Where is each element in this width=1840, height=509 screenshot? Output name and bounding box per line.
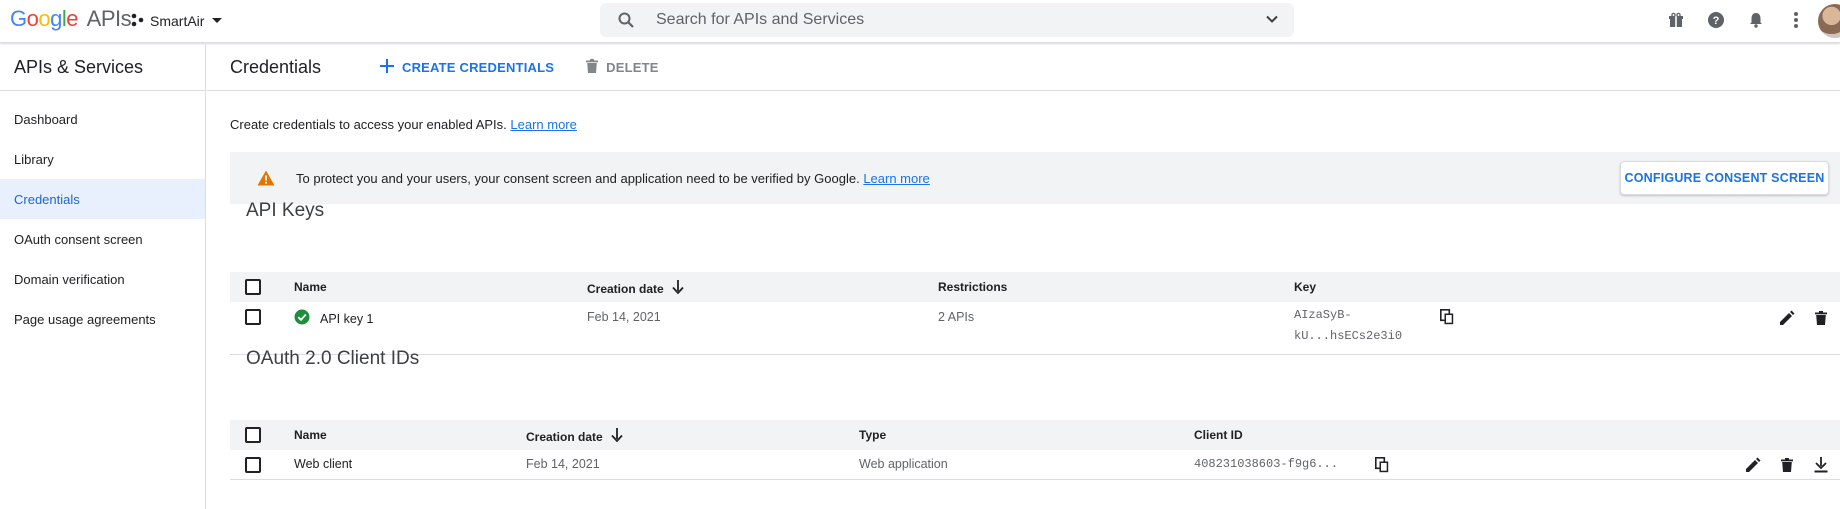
sidebar: APIs & Services Dashboard Library Creden…	[0, 44, 206, 509]
chevron-down-icon	[210, 13, 224, 30]
oauth-client-ids-title: OAuth 2.0 Client IDs	[246, 348, 420, 369]
column-restrictions: Restrictions	[938, 280, 1008, 294]
api-key-value: AIzaSyB- kU...hsECs2e3i0	[1294, 305, 1402, 347]
oauth-client-name[interactable]: Web client	[294, 457, 352, 471]
api-key-name-label: API key 1	[320, 311, 374, 326]
page-title: Credentials	[230, 56, 322, 77]
action-bar: Credentials CREATE CREDENTIALS DELETE	[207, 44, 1840, 91]
sidebar-title: APIs & Services	[0, 44, 205, 91]
api-key-value-line1: AIzaSyB-	[1294, 308, 1352, 322]
arrow-down-icon	[672, 280, 684, 297]
sidebar-item-dashboard[interactable]: Dashboard	[0, 99, 205, 139]
logo-google: Google	[10, 6, 79, 31]
google-apis-logo[interactable]: Google APIs	[10, 6, 132, 32]
oauth-client-id: 408231038603-f9g6...	[1194, 457, 1339, 471]
api-key-restrictions: 2 APIs	[938, 310, 975, 324]
search-bar[interactable]: Search for APIs and Services	[600, 3, 1294, 37]
chevron-down-icon[interactable]	[1264, 11, 1280, 30]
check-circle-icon	[294, 309, 310, 328]
row-checkbox[interactable]	[245, 309, 261, 325]
top-app-bar: Google APIs SmartAir Search for APIs and…	[0, 0, 1840, 43]
search-input[interactable]: Search for APIs and Services	[656, 11, 1264, 29]
banner-learn-more-link[interactable]: Learn more	[863, 171, 929, 186]
verification-banner: To protect you and your users, your cons…	[230, 152, 1840, 204]
sidebar-nav: Dashboard Library Credentials OAuth cons…	[0, 91, 205, 339]
edit-icon[interactable]	[1776, 307, 1798, 329]
svg-text:?: ?	[1713, 15, 1720, 27]
download-icon[interactable]	[1810, 454, 1832, 476]
intro-message: Create credentials to access your enable…	[230, 117, 507, 132]
configure-consent-screen-button[interactable]: CONFIGURE CONSENT SCREEN	[1620, 161, 1829, 195]
edit-icon[interactable]	[1742, 454, 1764, 476]
copy-icon[interactable]	[1371, 454, 1393, 476]
intro-text: Create credentials to access your enable…	[230, 117, 577, 132]
avatar[interactable]	[1818, 4, 1840, 38]
warning-icon	[256, 168, 276, 188]
gift-icon[interactable]	[1664, 8, 1688, 32]
delete-label: DELETE	[606, 59, 659, 75]
column-creation-date[interactable]: Creation date	[526, 428, 623, 445]
sidebar-item-library[interactable]: Library	[0, 139, 205, 179]
select-all-checkbox[interactable]	[245, 279, 261, 295]
table-header: Name Creation date Restrictions Key	[230, 272, 1840, 302]
column-creation-date[interactable]: Creation date	[587, 280, 684, 297]
top-icons: ?	[1664, 8, 1808, 32]
table-header: Name Creation date Type Client ID	[230, 420, 1840, 450]
api-key-value-line2: kU...hsECs2e3i0	[1294, 329, 1403, 343]
learn-more-link[interactable]: Learn more	[510, 117, 576, 132]
notifications-icon[interactable]	[1744, 8, 1768, 32]
delete-button[interactable]: DELETE	[586, 58, 659, 76]
column-creation-date-label: Creation date	[526, 429, 603, 444]
help-icon[interactable]: ?	[1704, 8, 1728, 32]
column-creation-date-label: Creation date	[587, 281, 664, 296]
trash-icon[interactable]	[1776, 454, 1798, 476]
column-name[interactable]: Name	[294, 428, 327, 442]
create-credentials-button[interactable]: CREATE CREDENTIALS	[380, 58, 555, 76]
api-key-name[interactable]: API key 1	[294, 309, 374, 328]
copy-icon[interactable]	[1436, 306, 1458, 328]
column-client-id: Client ID	[1194, 428, 1243, 442]
project-selector[interactable]: SmartAir	[130, 9, 224, 33]
search-icon	[616, 10, 636, 30]
banner-message: To protect you and your users, your cons…	[296, 171, 930, 186]
api-key-date: Feb 14, 2021	[587, 310, 661, 324]
column-name[interactable]: Name	[294, 280, 327, 294]
api-keys-table: Name Creation date Restrictions Key API …	[230, 272, 1840, 355]
select-all-checkbox[interactable]	[245, 427, 261, 443]
trash-icon[interactable]	[1810, 307, 1832, 329]
oauth-clients-table: Name Creation date Type Client ID Web cl…	[230, 420, 1840, 480]
banner-text: To protect you and your users, your cons…	[296, 170, 860, 186]
arrow-down-icon	[611, 428, 623, 445]
create-credentials-label: CREATE CREDENTIALS	[402, 59, 555, 75]
more-vert-icon[interactable]	[1784, 8, 1808, 32]
oauth-client-date: Feb 14, 2021	[526, 457, 600, 471]
sidebar-item-domain-verification[interactable]: Domain verification	[0, 259, 205, 299]
trash-icon	[586, 58, 599, 76]
main-content: Credentials CREATE CREDENTIALS DELETE Cr…	[207, 44, 1840, 509]
project-icon	[130, 13, 144, 30]
table-row: Web client Feb 14, 2021 Web application …	[230, 450, 1840, 480]
column-type: Type	[859, 428, 887, 442]
add-icon	[380, 58, 394, 76]
sidebar-item-credentials[interactable]: Credentials	[0, 179, 205, 219]
row-checkbox[interactable]	[245, 457, 261, 473]
project-name: SmartAir	[150, 13, 205, 29]
column-key: Key	[1294, 280, 1317, 294]
api-keys-title: API Keys	[246, 200, 325, 221]
table-row: API key 1 Feb 14, 2021 2 APIs AIzaSyB- k…	[230, 302, 1840, 355]
oauth-client-type: Web application	[859, 457, 948, 471]
sidebar-item-page-usage-agreements[interactable]: Page usage agreements	[0, 299, 205, 339]
logo-apis: APIs	[86, 6, 132, 31]
sidebar-item-oauth-consent-screen[interactable]: OAuth consent screen	[0, 219, 205, 259]
